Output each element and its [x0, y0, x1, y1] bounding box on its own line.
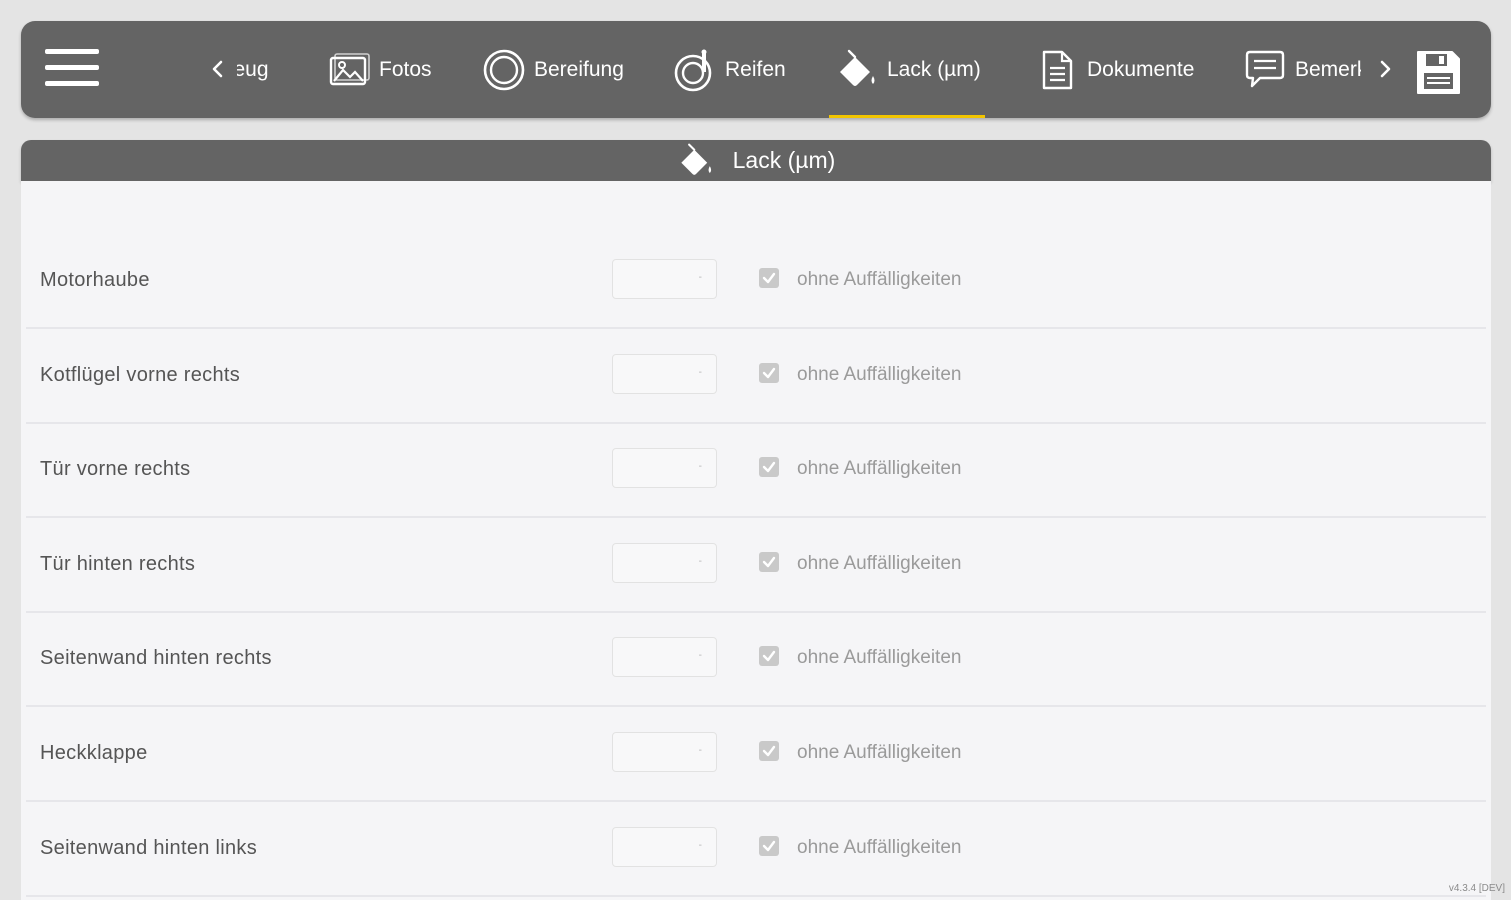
select-value: - [698, 650, 702, 661]
tab-reifen[interactable]: Reifen [673, 21, 786, 118]
tab-label: Bereifung [534, 57, 624, 81]
thickness-select[interactable]: - [612, 354, 717, 394]
part-label: Heckklappe [40, 742, 148, 764]
checkbox[interactable] [759, 646, 779, 666]
chevron-left-icon[interactable] [207, 57, 229, 81]
menu-icon[interactable] [45, 47, 99, 87]
part-label: Tür vorne rechts [40, 458, 191, 480]
tab-lack[interactable]: Lack (µm) [829, 21, 985, 118]
tab-fotos[interactable]: Fotos [327, 21, 432, 118]
list-item: Motorhaube - ohne Auffälligkeiten [26, 233, 1486, 329]
checkbox-label: ohne Auffälligkeiten [797, 364, 962, 385]
list-item: Kotflügel vorne rechts - ohne Auffälligk… [26, 328, 1486, 424]
tab-label: zeug [237, 57, 269, 81]
tab-dokumente[interactable]: Dokumente [1035, 21, 1194, 118]
select-value: - [698, 556, 702, 567]
select-value: - [698, 367, 702, 378]
checkbox[interactable] [759, 836, 779, 856]
part-label: Seitenwand hinten links [40, 837, 258, 859]
select-value: - [698, 461, 702, 472]
list-item: Seitenwand hinten rechts - ohne Auffälli… [26, 611, 1486, 707]
section-header: Lack (µm) [21, 140, 1491, 181]
tire-icon [482, 48, 526, 92]
list-item: Tür vorne rechts - ohne Auffälligkeiten [26, 422, 1486, 518]
tab-label: Fotos [379, 57, 432, 81]
checkbox[interactable] [759, 363, 779, 383]
image-icon [327, 48, 371, 92]
part-label: Kotflügel vorne rechts [40, 364, 241, 386]
version-label: v4.3.4 [DEV] [1448, 883, 1505, 894]
thickness-select[interactable]: - [612, 448, 717, 488]
list-item: Tür hinten rechts - ohne Auffälligkeiten [26, 517, 1486, 613]
checkbox-label: ohne Auffälligkeiten [797, 553, 962, 574]
tab-label: Reifen [725, 57, 786, 81]
thickness-select[interactable]: - [612, 827, 717, 867]
list-item: Heckklappe - ohne Auffälligkeiten [26, 706, 1486, 802]
checkbox[interactable] [759, 552, 779, 572]
paint-bucket-icon [677, 142, 715, 180]
list-item: Seitenwand hinten links - ohne Auffällig… [26, 801, 1486, 897]
checkbox-label: ohne Auffälligkeiten [797, 458, 962, 479]
thickness-select[interactable]: - [612, 259, 717, 299]
tab-fahrzeug[interactable]: zeug [237, 21, 269, 118]
part-label: Seitenwand hinten rechts [40, 647, 272, 669]
tab-bar: zeug Fotos Bereifung Reifen [201, 21, 1391, 118]
thickness-select[interactable]: - [612, 543, 717, 583]
checkbox[interactable] [759, 268, 779, 288]
select-value: - [698, 272, 702, 283]
tab-bemerkungen[interactable]: Bemerkungen [1243, 21, 1361, 118]
save-icon[interactable] [1413, 47, 1463, 97]
checkbox-label: ohne Auffälligkeiten [797, 742, 962, 763]
select-value: - [698, 745, 702, 756]
document-icon [1035, 48, 1079, 92]
select-value: - [698, 840, 702, 851]
tab-label: Lack (µm) [887, 57, 981, 81]
thickness-select[interactable]: - [612, 637, 717, 677]
tab-bereifung[interactable]: Bereifung [482, 21, 624, 118]
paint-thickness-list: Motorhaube - ohne Auffälligkeiten Kotflü… [21, 181, 1491, 900]
part-label: Tür hinten rechts [40, 553, 196, 575]
part-label: Motorhaube [40, 269, 150, 291]
top-toolbar: zeug Fotos Bereifung Reifen [21, 21, 1491, 118]
checkbox[interactable] [759, 741, 779, 761]
checkbox[interactable] [759, 457, 779, 477]
thickness-select[interactable]: - [612, 732, 717, 772]
section-title: Lack (µm) [732, 147, 836, 173]
tab-label: Dokumente [1087, 57, 1195, 81]
comment-icon [1243, 48, 1287, 92]
checkbox-label: ohne Auffälligkeiten [797, 647, 962, 668]
chevron-right-icon[interactable] [1374, 57, 1396, 81]
paint-bucket-icon [835, 48, 879, 92]
checkbox-label: ohne Auffälligkeiten [797, 837, 962, 858]
tab-label: Bemerkungen [1295, 57, 1361, 81]
tire-gauge-icon [673, 48, 717, 92]
checkbox-label: ohne Auffälligkeiten [797, 269, 962, 290]
